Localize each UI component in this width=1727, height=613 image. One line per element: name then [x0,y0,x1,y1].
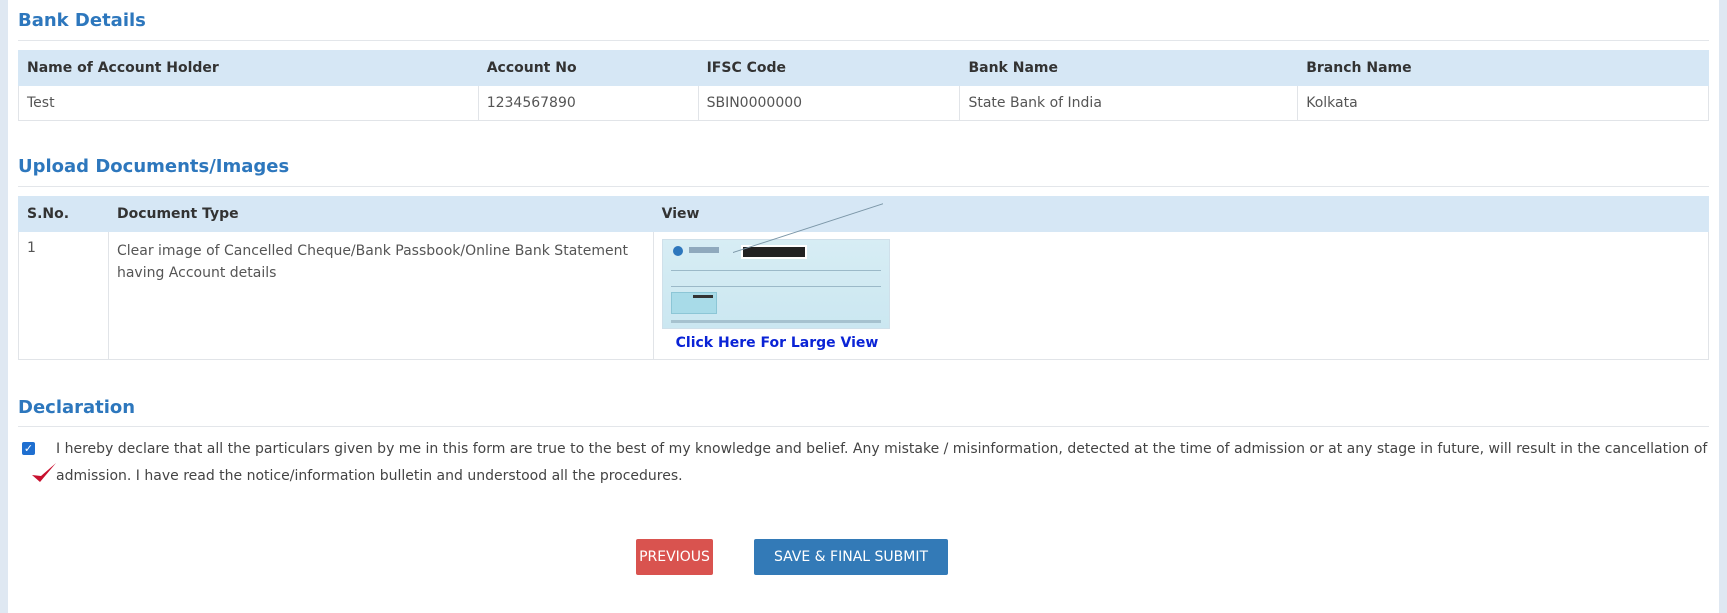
bank-details-title: Bank Details [18,10,146,31]
declaration-text: I hereby declare that all the particular… [56,441,1708,484]
col-account-no: Account No [477,50,699,86]
cell-document-type: Clear image of Cancelled Cheque/Bank Pas… [107,231,654,360]
cell-view: Click Here For Large View [652,203,1710,360]
cell-bank-name: State Bank of India [959,85,1299,121]
col-document-type: Document Type [107,196,654,232]
declaration-title: Declaration [18,397,136,418]
col-sno: S.No. [18,196,109,232]
save-final-submit-button[interactable]: SAVE & FINAL SUBMIT [754,539,948,575]
upload-documents-title: Upload Documents/Images [18,156,290,177]
col-branch-name: Branch Name [1297,50,1709,86]
table-row: Test 1234567890 SBIN0000000 State Bank o… [18,85,1709,121]
red-checkmark-icon [32,463,56,482]
col-bank-name: Bank Name [959,50,1299,86]
cell-ifsc: SBIN0000000 [697,85,961,121]
cell-account-holder: Test [18,85,479,121]
cell-branch-name: Kolkata [1297,85,1709,121]
previous-button[interactable]: PREVIOUS [636,539,713,575]
divider [18,186,1709,187]
bank-details-table: Name of Account Holder Account No IFSC C… [18,50,1709,121]
large-view-link[interactable]: Click Here For Large View [676,335,1700,351]
cell-sno: 1 [18,231,109,360]
divider [18,40,1709,41]
table-header-row: Name of Account Holder Account No IFSC C… [18,50,1709,86]
col-ifsc: IFSC Code [697,50,961,86]
cheque-thumbnail-image[interactable] [661,203,890,329]
form-panel: Bank Details Name of Account Holder Acco… [8,0,1719,613]
col-account-holder: Name of Account Holder [18,50,479,86]
upload-documents-table: S.No. Document Type View 1 Clear image o… [18,196,1710,360]
declaration-checkbox[interactable]: ✓ [22,442,35,455]
bank-logo-icon [672,246,683,256]
divider [18,426,1709,427]
table-row: 1 Clear image of Cancelled Cheque/Bank P… [18,203,1710,360]
cell-account-no: 1234567890 [477,85,699,121]
